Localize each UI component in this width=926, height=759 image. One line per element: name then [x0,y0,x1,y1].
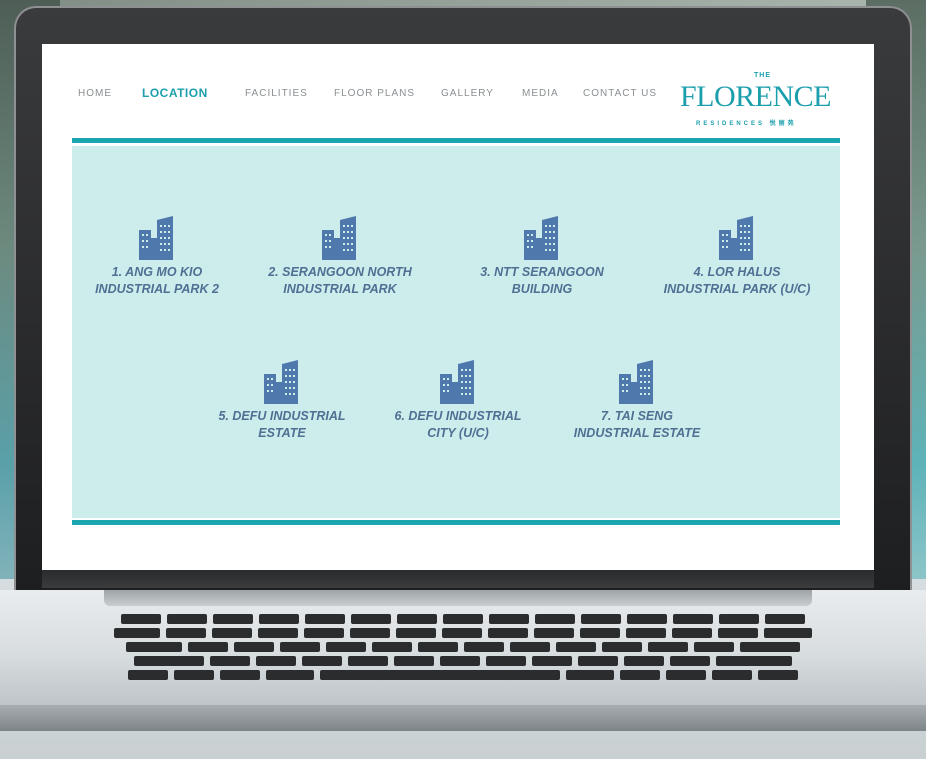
building-icon [264,360,298,404]
location-label: 6. DEFU INDUSTRIAL CITY (U/C) [394,409,522,440]
keyboard [82,614,844,684]
location-item: 4. LOR HALUS INDUSTRIAL PARK (U/C) [642,216,832,298]
building-icon [322,216,356,260]
location-item: 2. SERANGOON NORTH INDUSTRIAL PARK [255,216,425,298]
location-item: 3. NTT SERANGOON BUILDING [457,216,627,298]
location-label: 1. ANG MO KIO INDUSTRIAL PARK 2 [95,265,219,296]
building-icon [619,360,653,404]
building-icon [139,216,173,260]
location-item: 5. DEFU INDUSTRIAL ESTATE [197,360,367,442]
nav-floor-plans[interactable]: FLOOR PLANS [334,88,415,99]
nav-location[interactable]: LOCATION [142,86,208,100]
screen-bezel [42,570,874,588]
location-label: 2. SERANGOON NORTH INDUSTRIAL PARK [268,265,412,296]
laptop-base-edge [0,705,926,731]
logo-name: FLORENCE [680,80,832,113]
location-item: 7. TAI SENG INDUSTRIAL ESTATE [552,360,722,442]
nav-home[interactable]: HOME [78,88,112,99]
nav-media[interactable]: MEDIA [522,88,559,99]
bottom-divider [72,520,840,525]
locations-panel: 1. ANG MO KIO INDUSTRIAL PARK 2 2. SERAN… [72,146,840,518]
location-item: 6. DEFU INDUSTRIAL CITY (U/C) [373,360,543,442]
building-icon [719,216,753,260]
location-label: 5. DEFU INDUSTRIAL ESTATE [218,409,346,440]
top-divider [72,138,840,143]
location-label: 7. TAI SENG INDUSTRIAL ESTATE [573,409,701,440]
logo-tagline: RESIDENCES 悦丽苑 [696,121,797,127]
nav-facilities[interactable]: FACILITIES [245,88,308,99]
location-label: 3. NTT SERANGOON BUILDING [480,265,604,296]
location-item: 1. ANG MO KIO INDUSTRIAL PARK 2 [72,216,242,298]
top-navigation: HOME LOCATION FACILITIES FLOOR PLANS GAL… [42,44,874,138]
location-label: 4. LOR HALUS INDUSTRIAL PARK (U/C) [663,265,811,296]
laptop-hinge [104,590,812,606]
building-icon [440,360,474,404]
logo-prefix: THE [754,72,771,79]
laptop-screen: HOME LOCATION FACILITIES FLOOR PLANS GAL… [42,44,874,570]
building-icon [524,216,558,260]
florence-logo[interactable]: THE FLORENCE RESIDENCES 悦丽苑 [676,68,836,132]
nav-contact-us[interactable]: CONTACT US [583,88,657,99]
nav-gallery[interactable]: GALLERY [441,88,494,99]
